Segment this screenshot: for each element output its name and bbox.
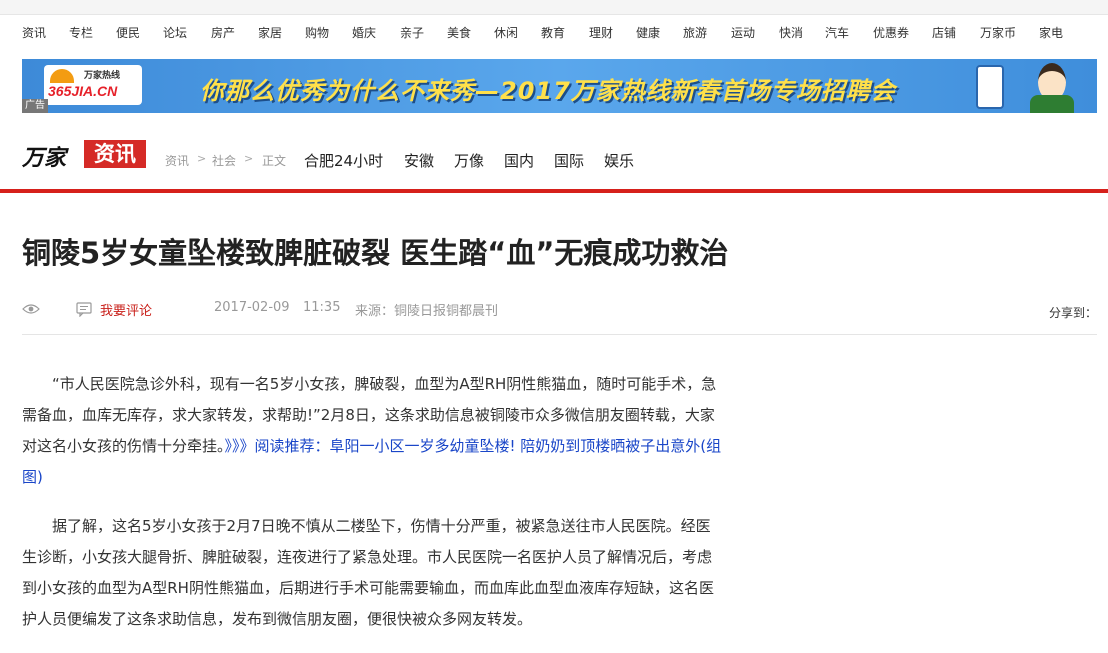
nav-item-store[interactable]: 店铺 [932,24,956,41]
article-source: 来源：铜陵日报铜都晨刊 [355,304,499,319]
header-divider [0,189,1108,193]
nav-item-parenting[interactable]: 亲子 [400,24,424,41]
breadcrumb-current: 正文 [262,154,287,168]
nav-item-shopping[interactable]: 购物 [305,24,329,41]
sun-icon [50,69,74,83]
article-body: “市人民医院急诊外科，现有一名5岁小女孩，脾破裂，血型为A型RH阴性熊猫血，随时… [22,369,722,653]
nav-item-health[interactable]: 健康 [636,24,660,41]
channel-hefei24[interactable]: 合肥24小时 [304,150,383,171]
person-illustration [1022,59,1082,113]
nav-item-finance[interactable]: 理财 [589,24,613,41]
channel-entertainment[interactable]: 娱乐 [604,150,634,171]
banner-logo: 万家热线 365JIA.CN [44,65,142,105]
nav-item-forum[interactable]: 论坛 [163,24,187,41]
brand-wanjia: 万家 [22,145,67,171]
nav-item-sports[interactable]: 运动 [731,24,755,41]
logo-subtitle: 万家热线 [84,71,121,81]
paragraph-2: 据了解，这名5岁小女孩于2月7日晚不慎从二楼坠下，伤情十分严重，被紧急送往市人民… [22,511,722,635]
breadcrumb-news[interactable]: 资讯 [165,152,189,169]
nav-item-travel[interactable]: 旅游 [683,24,707,41]
publish-time: 11:35 [303,300,341,315]
article-meta: 我要评论 2017-02-09 11:35 来源：铜陵日报铜都晨刊 分享到： [22,300,1097,320]
top-bar [0,0,1108,15]
meta-divider [22,334,1097,335]
publish-date: 2017-02-09 [214,300,290,315]
brand-zixun: 资讯 [84,140,146,168]
nav-item-convenience[interactable]: 便民 [116,24,140,41]
nav-item-house[interactable]: 房产 [211,24,235,41]
eye-icon [22,304,40,314]
nav-item-wedding[interactable]: 婚庆 [352,24,376,41]
paragraph-2-text: 据了解，这名5岁小女孩于2月7日晚不慎从二楼坠下，伤情十分严重，被紧急送往市人民… [22,517,714,628]
nav-item-coupon[interactable]: 优惠券 [873,24,909,41]
nav-item-news[interactable]: 资讯 [22,24,46,41]
comment-link[interactable]: 我要评论 [100,300,152,319]
nav-item-appliance[interactable]: 家电 [1039,24,1063,41]
channel-anhui[interactable]: 安徽 [404,150,434,171]
comment-icon[interactable] [76,302,92,317]
paragraph-1: “市人民医院急诊外科，现有一名5岁小女孩，脾破裂，血型为A型RH阴性熊猫血，随时… [22,369,722,493]
nav-item-coin[interactable]: 万家币 [980,24,1016,41]
person-body [1030,95,1074,113]
ad-banner[interactable]: 万家热线 365JIA.CN 你那么优秀为什么不来秀—2017万家热线新春首场专… [22,59,1097,113]
nav-item-fmcg[interactable]: 快消 [779,24,803,41]
share-label: 分享到： [1048,306,1097,320]
nav-item-food[interactable]: 美食 [447,24,471,41]
nav-item-home[interactable]: 家居 [258,24,282,41]
logo-text: 365JIA.CN [48,83,118,99]
top-nav: 资讯 专栏 便民 论坛 房产 家居 购物 婚庆 亲子 美食 休闲 教育 理财 健… [22,24,1102,42]
nav-item-column[interactable]: 专栏 [69,24,93,41]
phone-icon [976,65,1004,109]
channel-international[interactable]: 国际 [554,150,584,171]
nav-item-auto[interactable]: 汽车 [825,24,849,41]
channel-wanxiang[interactable]: 万像 [454,150,484,171]
nav-item-education[interactable]: 教育 [541,24,565,41]
article-title: 铜陵5岁女童坠楼致脾脏破裂 医生踏“血”无痕成功救治 [22,236,729,270]
ad-tag: 广告 [22,99,48,113]
banner-headline: 你那么优秀为什么不来秀—2017万家热线新春首场专场招聘会 [200,77,896,105]
channel-domestic[interactable]: 国内 [504,150,534,171]
breadcrumb-separator: > [197,152,207,165]
breadcrumb-society[interactable]: 社会 [212,152,236,169]
nav-item-leisure[interactable]: 休闲 [494,24,518,41]
breadcrumb-separator: > [244,152,254,165]
